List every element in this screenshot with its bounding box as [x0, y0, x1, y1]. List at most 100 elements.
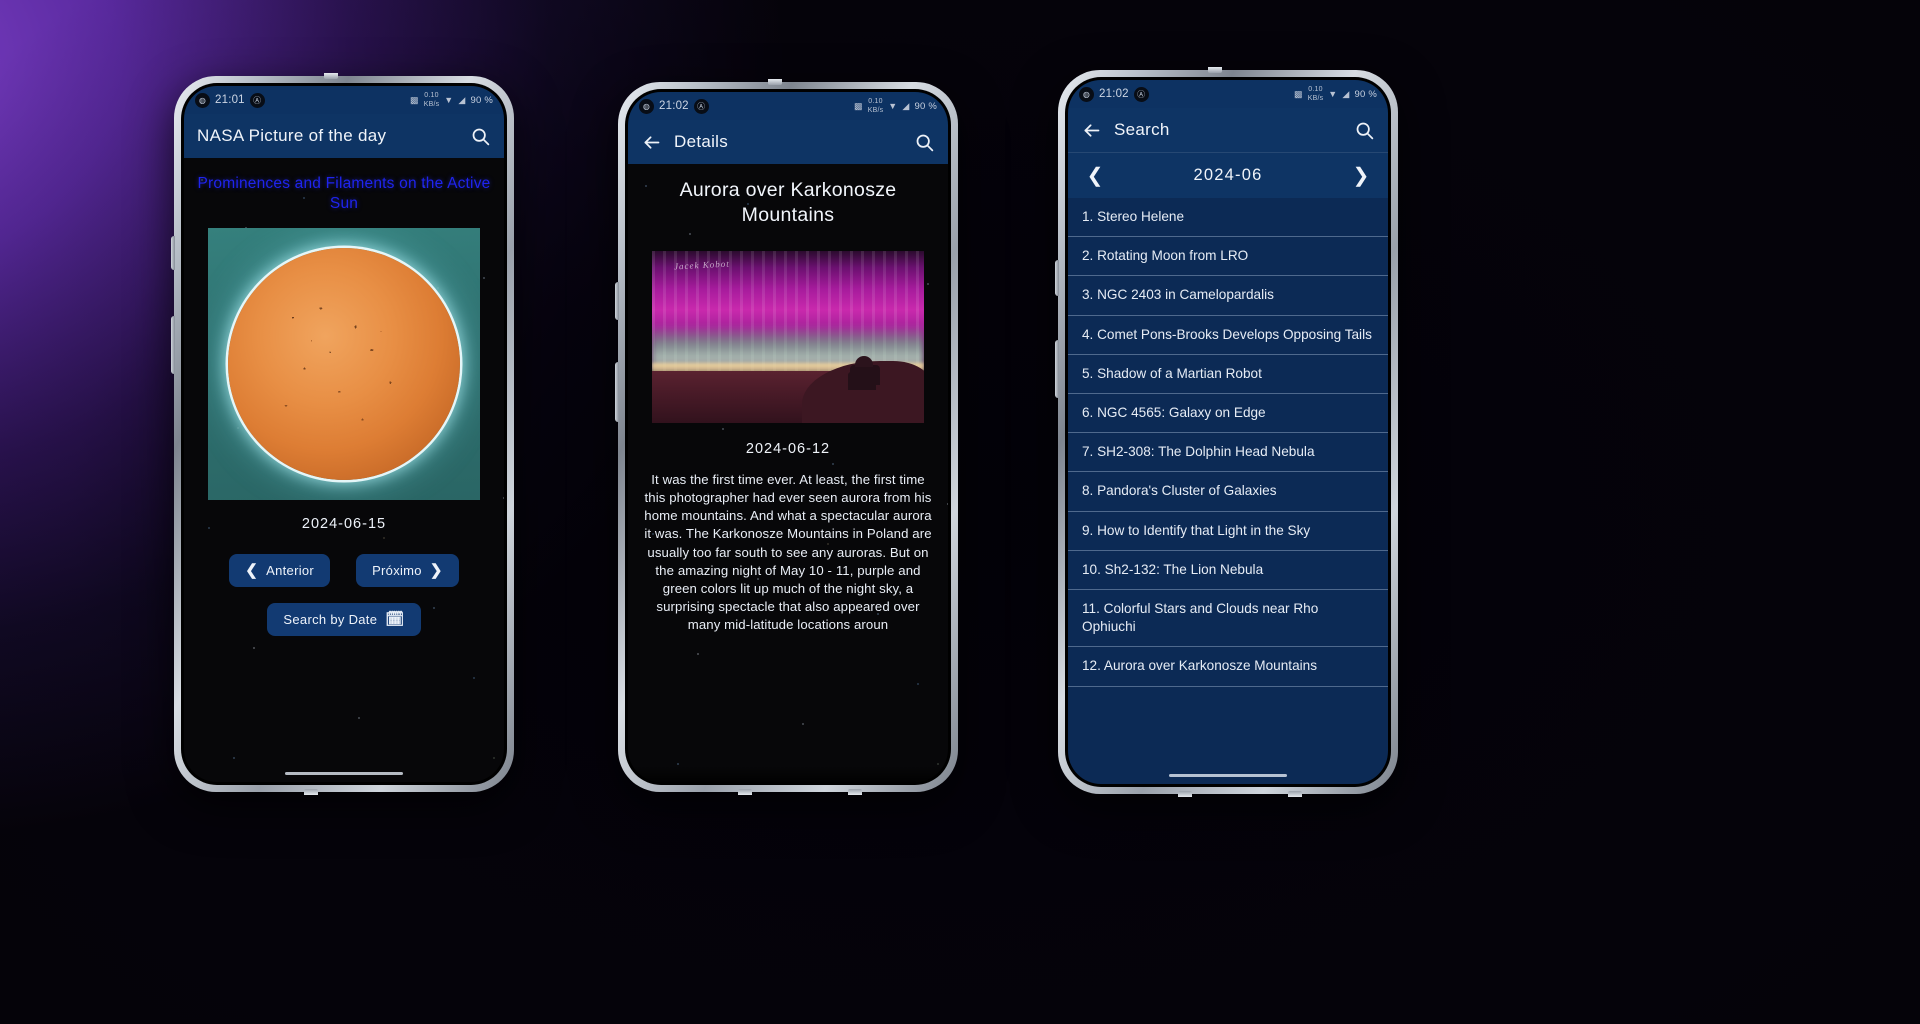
phone-frame-nub: [738, 789, 752, 795]
app-icon: Ⓐ: [249, 92, 265, 108]
list-item[interactable]: 3. NGC 2403 in Camelopardalis: [1068, 276, 1388, 316]
picture-title: Prominences and Filaments on the Active …: [197, 175, 491, 213]
list-item[interactable]: 9. How to Identify that Light in the Sky: [1068, 512, 1388, 551]
chevron-right-icon: ❯: [429, 561, 443, 579]
navigation-buttons: ❮ Anterior Próximo ❯: [184, 553, 504, 587]
back-arrow-icon[interactable]: [1081, 120, 1102, 141]
power-button[interactable]: [171, 316, 175, 374]
search-icon[interactable]: [914, 132, 935, 153]
search-by-date-button[interactable]: Search by Date 🗓: [267, 602, 421, 636]
status-time: 21:01: [215, 94, 245, 106]
phone-bezel: ◍ 21:02 Ⓐ ▩ 0.10 KB/s ▼ ◢ 90 %: [625, 89, 951, 785]
chevron-left-icon: ❮: [245, 561, 259, 579]
phone-bezel: ◍ 21:01 Ⓐ ▩ 0.10 KB/s ▼ ◢ 90 % NASA Pictu…: [181, 83, 507, 785]
back-arrow-icon[interactable]: [641, 132, 662, 153]
list-item[interactable]: 8. Pandora's Cluster of Galaxies: [1068, 472, 1388, 512]
chevron-left-icon[interactable]: ❮: [1084, 166, 1106, 186]
volume-button[interactable]: [1055, 260, 1059, 296]
volume-button[interactable]: [171, 236, 175, 270]
network-speed-icon: 0.10 KB/s: [1307, 86, 1324, 102]
screen-details: ◍ 21:02 Ⓐ ▩ 0.10 KB/s ▼ ◢ 90 % Details A…: [628, 92, 948, 782]
detail-explanation: It was the first time ever. At least, th…: [644, 471, 932, 633]
phone-frame-nub: [768, 79, 782, 85]
app-icon: Ⓐ: [693, 98, 709, 114]
media-icon: ◍: [195, 92, 210, 108]
content-fade: [628, 766, 948, 782]
screen-home: ◍ 21:01 Ⓐ ▩ 0.10 KB/s ▼ ◢ 90 % NASA Pictu…: [184, 86, 504, 782]
details-content[interactable]: Aurora over Karkonosze Mountains Jacek K…: [628, 164, 948, 782]
app-bar-home: NASA Picture of the day: [184, 114, 504, 158]
phone-frame-nub: [848, 789, 862, 795]
detail-title: Aurora over Karkonosze Mountains: [679, 179, 897, 227]
app-bar-details: Details: [628, 120, 948, 164]
search-icon[interactable]: [1354, 120, 1375, 141]
status-bar: ◍ 21:01 Ⓐ ▩ 0.10 KB/s ▼ ◢ 90 %: [184, 86, 504, 114]
signal-icon: ◢: [1342, 88, 1350, 99]
app-bar-search: Search: [1068, 108, 1388, 152]
home-indicator: [1169, 774, 1287, 777]
list-item[interactable]: 11. Colorful Stars and Clouds near Rho O…: [1068, 590, 1388, 648]
list-item[interactable]: 10. Sh2-132: The Lion Nebula: [1068, 551, 1388, 591]
wifi-icon: ▼: [444, 94, 454, 105]
status-bar-right: ▩ 0.10 KB/s ▼ ◢ 90 %: [1294, 85, 1377, 103]
status-bar-left: ◍ 21:02 Ⓐ: [639, 98, 709, 114]
phone-frame-nub: [1288, 791, 1302, 797]
status-bar: ◍ 21:02 Ⓐ ▩ 0.10 KB/s ▼ ◢ 90 %: [628, 92, 948, 120]
list-item[interactable]: 2. Rotating Moon from LRO: [1068, 237, 1388, 277]
status-bar-left: ◍ 21:02 Ⓐ: [1079, 86, 1149, 102]
signal-icon: ◢: [458, 94, 466, 105]
status-time: 21:02: [1099, 88, 1129, 100]
network-speed-icon: 0.10 KB/s: [867, 98, 884, 114]
volume-button[interactable]: [615, 282, 619, 320]
picture-date: 2024-06-15: [301, 515, 387, 532]
list-item[interactable]: 6. NGC 4565: Galaxy on Edge: [1068, 394, 1388, 434]
network-speed-icon: 0.10 KB/s: [423, 92, 440, 108]
list-item[interactable]: 1. Stereo Helene: [1068, 198, 1388, 238]
phone-mockup-home: ◍ 21:01 Ⓐ ▩ 0.10 KB/s ▼ ◢ 90 % NASA Pictu…: [171, 73, 514, 795]
list-item[interactable]: 12. Aurora over Karkonosze Mountains: [1068, 647, 1388, 687]
page-title: Details: [674, 132, 729, 151]
list-item[interactable]: 4. Comet Pons-Brooks Develops Opposing T…: [1068, 316, 1388, 355]
sim-icon: ▩: [853, 100, 863, 111]
power-button[interactable]: [1055, 340, 1059, 398]
next-button[interactable]: Próximo ❯: [356, 553, 459, 587]
sim-icon: ▩: [409, 94, 419, 105]
picture-of-the-day-image[interactable]: [208, 227, 480, 500]
status-bar-right: ▩ 0.10 KB/s ▼ ◢ 90 %: [854, 97, 937, 115]
search-results-list: 1. Stereo Helene 2. Rotating Moon from LR…: [1068, 198, 1388, 687]
search-by-date-label: Search by Date: [283, 611, 378, 627]
battery-level: 90 %: [1354, 88, 1377, 100]
page-title: NASA Picture of the day: [197, 126, 387, 145]
phone-frame-nub: [1208, 67, 1222, 73]
month-navigator: ❮ 2024-06 ❯: [1068, 152, 1388, 198]
aurora-image[interactable]: Jacek Kobot: [652, 250, 924, 423]
battery-level: 90 %: [914, 100, 937, 112]
chevron-right-icon[interactable]: ❯: [1350, 166, 1372, 186]
status-time: 21:02: [659, 100, 689, 112]
sim-icon: ▩: [1293, 88, 1303, 99]
next-button-label: Próximo: [372, 562, 422, 578]
home-content: Prominences and Filaments on the Active …: [184, 158, 504, 782]
signal-icon: ◢: [902, 100, 910, 111]
power-button[interactable]: [615, 362, 619, 422]
sun-disk: [228, 247, 460, 480]
list-item[interactable]: 7. SH2-308: The Dolphin Head Nebula: [1068, 433, 1388, 473]
status-bar-left: ◍ 21:01 Ⓐ: [195, 92, 265, 108]
screen-search: ◍ 21:02 Ⓐ ▩ 0.10 KB/s ▼ ◢ 90 % Search ❮ …: [1068, 80, 1388, 784]
wifi-icon: ▼: [1328, 88, 1338, 99]
list-item[interactable]: 5. Shadow of a Martian Robot: [1068, 355, 1388, 395]
page-title: Search: [1114, 120, 1170, 139]
phone-mockup-details: ◍ 21:02 Ⓐ ▩ 0.10 KB/s ▼ ◢ 90 % Details A…: [615, 79, 958, 795]
search-results-panel: 1. Stereo Helene 2. Rotating Moon from LR…: [1068, 198, 1388, 784]
media-icon: ◍: [1079, 86, 1094, 102]
search-icon[interactable]: [470, 126, 491, 147]
phone-frame-nub: [324, 73, 338, 79]
status-bar-right: ▩ 0.10 KB/s ▼ ◢ 90 %: [410, 91, 493, 109]
detail-date: 2024-06-12: [745, 440, 831, 457]
calendar-icon: 🗓: [385, 610, 405, 628]
previous-button[interactable]: ❮ Anterior: [229, 553, 331, 587]
phone-frame-nub: [304, 789, 318, 795]
status-bar: ◍ 21:02 Ⓐ ▩ 0.10 KB/s ▼ ◢ 90 %: [1068, 80, 1388, 108]
phone-bezel: ◍ 21:02 Ⓐ ▩ 0.10 KB/s ▼ ◢ 90 %: [1065, 77, 1391, 787]
phone-mockup-search: ◍ 21:02 Ⓐ ▩ 0.10 KB/s ▼ ◢ 90 % Search ❮ …: [1055, 67, 1398, 797]
